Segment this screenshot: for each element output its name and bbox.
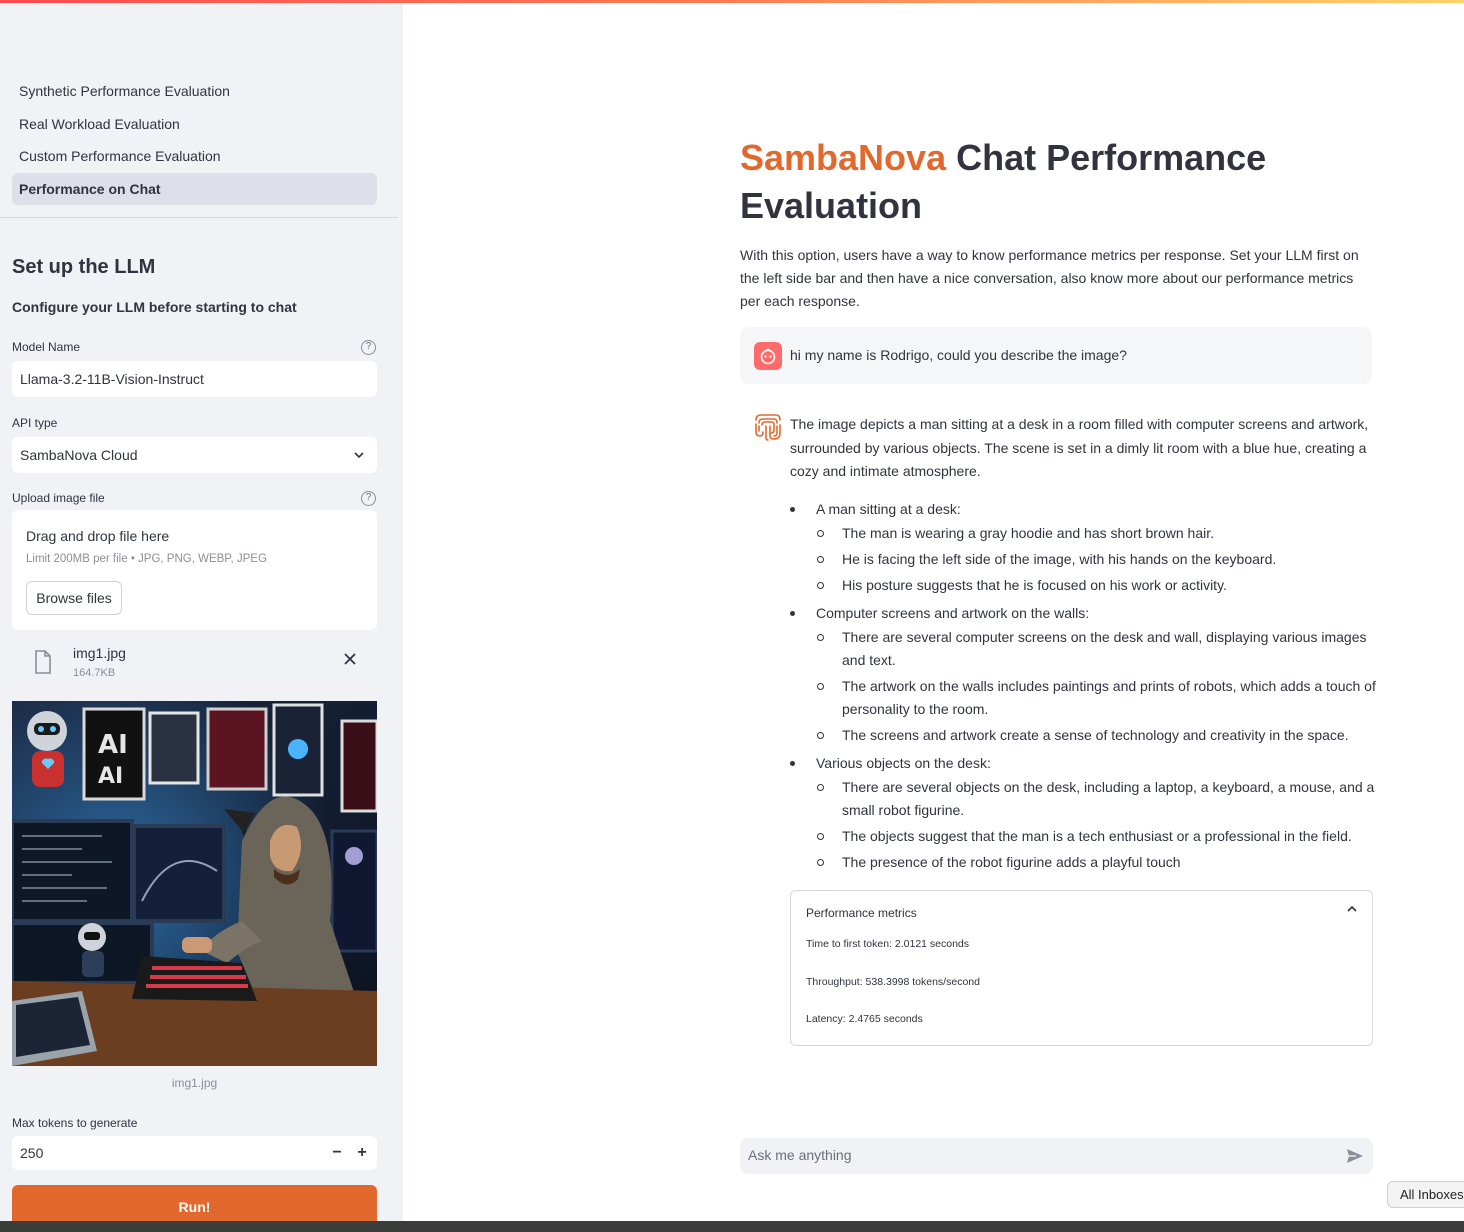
list-item: A man sitting at a desk: xyxy=(790,496,1376,522)
dropzone-limit: Limit 200MB per file • JPG, PNG, WEBP, J… xyxy=(26,553,267,565)
uploaded-image-preview: AI AI xyxy=(12,701,377,1066)
uploaded-file-size: 164.7KB xyxy=(73,667,116,679)
svg-text:AI: AI xyxy=(98,730,128,760)
browse-files-button[interactable]: Browse files xyxy=(26,581,122,615)
decrement-button[interactable]: − xyxy=(325,1141,349,1165)
list-subitem: The artwork on the walls includes painti… xyxy=(790,675,1376,721)
model-name-label: Model Name xyxy=(12,340,81,354)
model-name-input[interactable]: Llama-3.2-11B-Vision-Instruct xyxy=(12,361,377,397)
list-item: Various objects on the desk: xyxy=(790,750,1376,776)
list-subitem: The man is wearing a gray hoodie and has… xyxy=(790,522,1376,545)
assistant-list: A man sitting at a desk: The man is wear… xyxy=(790,496,1376,877)
list-item: Computer screens and artwork on the wall… xyxy=(790,600,1376,626)
list-subitem: The presence of the robot figurine adds … xyxy=(790,851,1376,874)
model-name-value: Llama-3.2-11B-Vision-Instruct xyxy=(20,371,204,387)
uploaded-file-name: img1.jpg xyxy=(73,645,126,661)
upload-label: Upload image file xyxy=(12,491,105,505)
sidebar-nav: Synthetic Performance Evaluation Real Wo… xyxy=(12,75,377,205)
help-icon[interactable]: ? xyxy=(361,491,376,506)
api-type-value: SambaNova Cloud xyxy=(20,447,138,463)
send-icon[interactable] xyxy=(1346,1147,1364,1165)
svg-text:AI: AI xyxy=(98,764,123,789)
chat-input[interactable]: Ask me anything xyxy=(740,1138,1373,1174)
file-icon xyxy=(35,650,51,674)
help-icon[interactable]: ? xyxy=(361,340,376,355)
max-tokens-label: Max tokens to generate xyxy=(12,1116,138,1130)
user-message-text: hi my name is Rodrigo, could you describ… xyxy=(790,347,1127,363)
nav-item-custom[interactable]: Custom Performance Evaluation xyxy=(12,140,377,172)
sidebar-heading: Set up the LLM xyxy=(12,256,156,278)
sidebar-subheading: Configure your LLM before starting to ch… xyxy=(12,299,297,315)
performance-metrics-expander[interactable]: Performance metrics Time to first token:… xyxy=(790,890,1373,1046)
metrics-title: Performance metrics xyxy=(806,906,917,920)
api-type-select[interactable]: SambaNova Cloud xyxy=(12,437,377,473)
user-message: hi my name is Rodrigo, could you describ… xyxy=(740,327,1372,384)
all-inboxes-tooltip[interactable]: All Inboxes xyxy=(1387,1181,1464,1208)
image-caption: img1.jpg xyxy=(171,1076,218,1090)
max-tokens-input[interactable]: 250 − + xyxy=(12,1136,377,1170)
list-subitem: There are several objects on the desk, i… xyxy=(790,776,1376,822)
list-subitem: The objects suggest that the man is a te… xyxy=(790,825,1376,848)
list-subitem: His posture suggests that he is focused … xyxy=(790,574,1376,597)
sambanova-logo-icon xyxy=(755,414,781,441)
file-dropzone[interactable]: Drag and drop file here Limit 200MB per … xyxy=(12,510,377,630)
close-icon[interactable] xyxy=(343,652,357,666)
sidebar-divider xyxy=(0,217,398,218)
title-brand: SambaNova xyxy=(740,137,947,178)
metric-throughput: Throughput: 538.3998 tokens/second xyxy=(806,976,980,988)
metric-ttft: Time to first token: 2.0121 seconds xyxy=(806,938,970,950)
api-type-label: API type xyxy=(12,416,58,430)
intro-text: With this option, users have a way to kn… xyxy=(740,247,1359,309)
dropzone-title: Drag and drop file here xyxy=(26,528,170,544)
metric-latency: Latency: 2.4765 seconds xyxy=(806,1013,923,1025)
chevron-up-icon[interactable] xyxy=(1346,903,1358,915)
user-avatar-icon xyxy=(754,342,782,370)
list-subitem: There are several computer screens on th… xyxy=(790,626,1376,672)
max-tokens-value: 250 xyxy=(20,1145,44,1161)
page-title: SambaNova Chat Performance Evaluation xyxy=(740,134,1360,230)
increment-button[interactable]: + xyxy=(350,1141,374,1165)
nav-item-performance-on-chat[interactable]: Performance on Chat xyxy=(12,172,377,205)
list-subitem: The screens and artwork create a sense o… xyxy=(790,724,1376,747)
chevron-down-icon xyxy=(354,452,364,459)
chat-placeholder: Ask me anything xyxy=(748,1147,852,1163)
nav-item-synthetic[interactable]: Synthetic Performance Evaluation xyxy=(12,75,377,107)
os-taskbar xyxy=(0,1221,1464,1232)
nav-item-real-workload[interactable]: Real Workload Evaluation xyxy=(12,108,377,140)
assistant-paragraph: The image depicts a man sitting at a des… xyxy=(790,416,1369,479)
list-subitem: He is facing the left side of the image,… xyxy=(790,548,1376,571)
